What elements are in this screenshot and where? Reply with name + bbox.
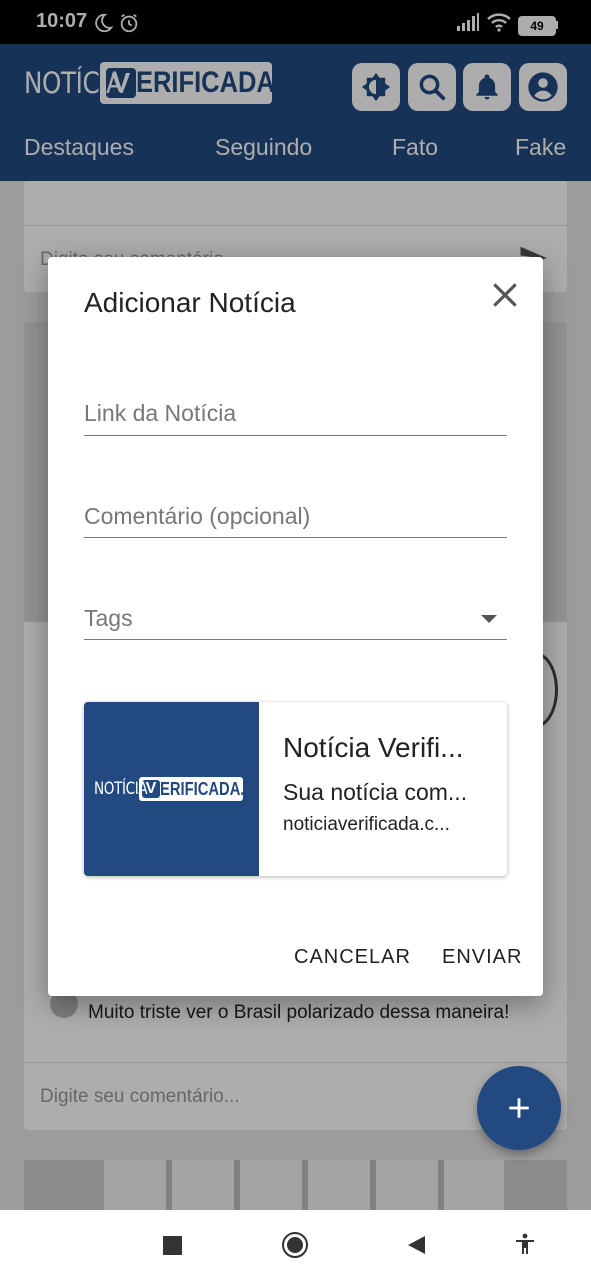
preview-logo-erificada: ERIFICADA. (160, 778, 245, 799)
tags-select[interactable]: Tags (84, 605, 133, 632)
preview-logo-noticia: NOTÍCIA (94, 779, 148, 799)
comment-field[interactable]: Comentário (opcional) (84, 503, 310, 530)
accessibility-icon[interactable] (513, 1232, 537, 1256)
plus-icon (509, 1098, 529, 1118)
preview-logo: NOTÍCIA V ERIFICADA. (94, 776, 245, 802)
preview-title: Notícia Verifi... (283, 732, 464, 763)
add-news-dialog: Adicionar Notícia Link da Notícia Coment… (48, 257, 543, 996)
preview-logo-verificada: V ERIFICADA. (139, 777, 245, 801)
cancel-button[interactable]: CANCELAR (294, 946, 411, 969)
system-nav-bar (0, 1210, 591, 1280)
preview-description: Sua notícia com... (283, 779, 468, 805)
preview-thumbnail: NOTÍCIA V ERIFICADA. (84, 702, 259, 876)
add-news-fab[interactable] (477, 1066, 561, 1150)
tags-select-underline (84, 639, 507, 640)
home-icon[interactable] (282, 1232, 308, 1258)
recents-icon[interactable] (163, 1236, 182, 1255)
close-icon[interactable] (489, 279, 521, 311)
dialog-title: Adicionar Notícia (84, 287, 296, 318)
link-field[interactable]: Link da Notícia (84, 400, 236, 427)
link-preview-card[interactable]: NOTÍCIA V ERIFICADA. Notícia Verifi... S… (84, 702, 507, 876)
dropdown-arrow-icon[interactable] (478, 611, 500, 625)
back-icon[interactable] (405, 1234, 427, 1256)
preview-domain: noticiaverificada.c... (283, 814, 450, 835)
link-field-underline (84, 435, 507, 436)
send-button[interactable]: ENVIAR (442, 946, 522, 969)
comment-field-underline (84, 537, 507, 538)
